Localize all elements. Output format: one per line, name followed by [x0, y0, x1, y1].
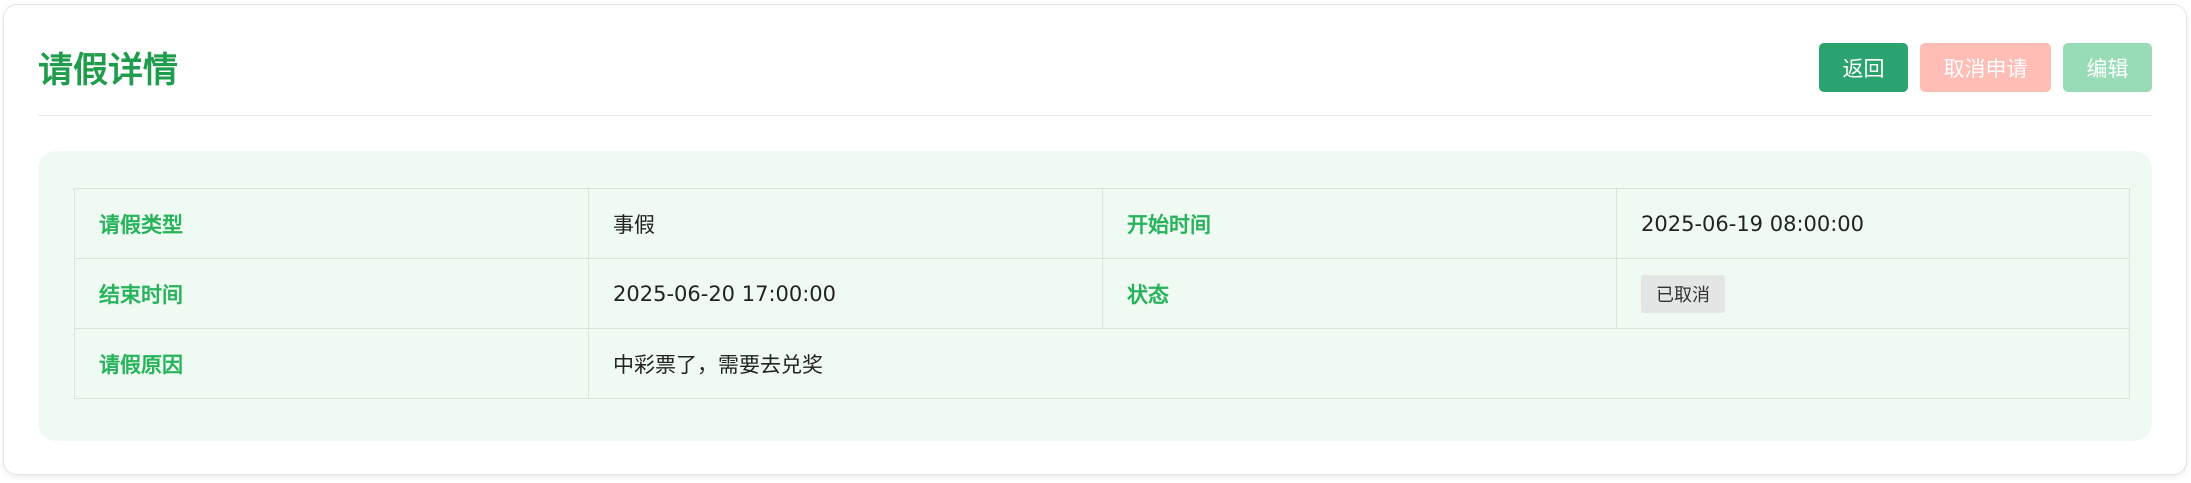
detail-card: 请假详情 返回 取消申请 编辑 请假类型 事假 开始时间 2025-06-19 …: [3, 4, 2187, 475]
start-time-value: 2025-06-19 08:00:00: [1616, 188, 2130, 259]
reason-label: 请假原因: [74, 328, 589, 399]
table-row: 请假原因 中彩票了，需要去兑奖: [74, 328, 2130, 399]
page-header: 请假详情 返回 取消申请 编辑: [38, 5, 2152, 116]
leave-type-label: 请假类型: [74, 188, 589, 259]
start-time-label: 开始时间: [1102, 188, 1617, 259]
edit-button[interactable]: 编辑: [2063, 43, 2152, 92]
page-title: 请假详情: [38, 51, 179, 91]
status-label: 状态: [1102, 258, 1617, 329]
table-row: 结束时间 2025-06-20 17:00:00 状态 已取消: [74, 258, 2130, 329]
leave-type-value: 事假: [588, 188, 1103, 259]
end-time-label: 结束时间: [74, 258, 589, 329]
status-badge: 已取消: [1641, 274, 1725, 313]
cancel-request-button[interactable]: 取消申请: [1920, 43, 2051, 92]
detail-panel: 请假类型 事假 开始时间 2025-06-19 08:00:00 结束时间 20…: [38, 151, 2152, 441]
status-cell: 已取消: [1616, 258, 2130, 329]
back-button[interactable]: 返回: [1819, 43, 1908, 92]
table-row: 请假类型 事假 开始时间 2025-06-19 08:00:00: [74, 188, 2130, 259]
reason-value: 中彩票了，需要去兑奖: [588, 328, 2130, 399]
end-time-value: 2025-06-20 17:00:00: [588, 258, 1103, 329]
action-bar: 返回 取消申请 编辑: [1819, 43, 2152, 92]
detail-table: 请假类型 事假 开始时间 2025-06-19 08:00:00 结束时间 20…: [74, 188, 2130, 399]
